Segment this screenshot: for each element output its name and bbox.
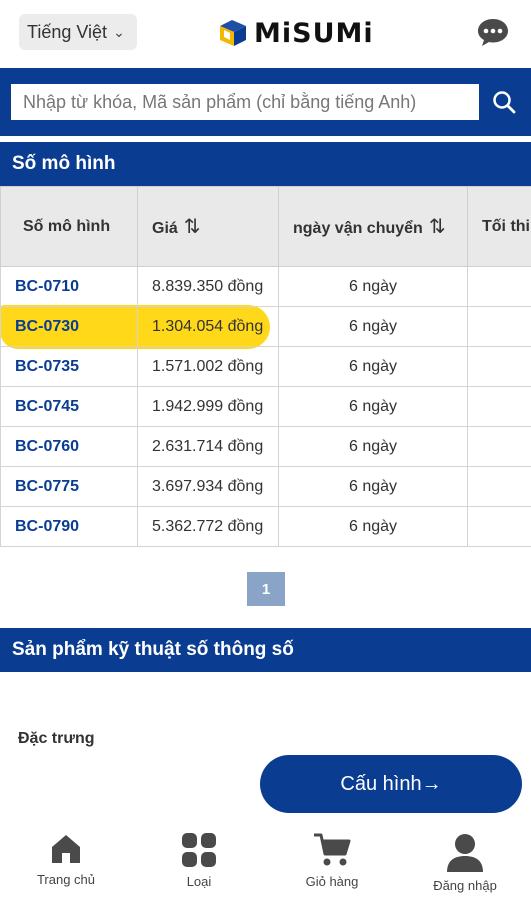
chat-icon[interactable]: [476, 17, 510, 47]
shipping-cell: 6 ngày: [278, 386, 468, 427]
min-qty-cell: [467, 346, 531, 387]
spec-section-title: Sản phẩm kỹ thuật số thông số: [0, 628, 531, 672]
min-qty-cell: [467, 266, 531, 307]
column-header-min-qty: Tối thi: [467, 186, 531, 267]
shipping-cell: 6 ngày: [278, 466, 468, 507]
nav-cart-label: Giỏ hàng: [305, 874, 359, 889]
column-header-model: Số mô hình: [0, 186, 138, 267]
model-link[interactable]: BC-0745: [0, 386, 138, 427]
nav-home[interactable]: Trang chủ: [6, 832, 126, 887]
nav-login[interactable]: Đăng nhập: [405, 832, 525, 893]
model-table: Số mô hình Giá ⇅ ngày vận chuyển ⇅ Tối thi…: [0, 186, 531, 547]
table-row[interactable]: BC-0730 1.304.054 đồng 6 ngày: [0, 306, 531, 347]
nav-cart[interactable]: Giỏ hàng: [272, 832, 392, 889]
home-icon: [52, 835, 80, 863]
price-cell: 1.571.002 đồng: [137, 346, 279, 387]
model-link[interactable]: BC-0775: [0, 466, 138, 507]
table-row[interactable]: BC-0775 3.697.934 đồng 6 ngày: [0, 466, 531, 507]
feature-label: Đặc trưng: [18, 730, 95, 747]
shipping-cell: 6 ngày: [278, 346, 468, 387]
search-icon[interactable]: [484, 84, 524, 120]
min-qty-cell: [467, 386, 531, 427]
top-bar: Tiếng Việt ⌄ MiSUMi: [0, 0, 531, 68]
logo-text: MiSUMi: [254, 17, 374, 49]
table-row[interactable]: BC-0790 5.362.772 đồng 6 ngày: [0, 506, 531, 547]
price-cell: 3.697.934 đồng: [137, 466, 279, 507]
price-cell: 1.304.054 đồng: [137, 306, 279, 347]
search-bar: [0, 68, 531, 136]
model-link[interactable]: BC-0710: [0, 266, 138, 307]
language-selector[interactable]: Tiếng Việt ⌄: [19, 14, 137, 50]
logo-mark-icon: [218, 18, 248, 48]
nav-category[interactable]: Loại: [139, 832, 259, 889]
sort-icon[interactable]: ⇅: [184, 216, 201, 238]
sort-icon[interactable]: ⇅: [429, 216, 446, 238]
configure-button[interactable]: Cấu hình→: [260, 755, 522, 813]
table-row[interactable]: BC-0710 8.839.350 đồng 6 ngày: [0, 266, 531, 307]
price-cell: 5.362.772 đồng: [137, 506, 279, 547]
page-button-1[interactable]: 1: [247, 572, 285, 606]
bottom-nav: Trang chủ Loại Giỏ hàng Đăng nhập: [0, 826, 531, 900]
price-cell: 8.839.350 đồng: [137, 266, 279, 307]
table-row[interactable]: BC-0735 1.571.002 đồng 6 ngày: [0, 346, 531, 387]
column-header-shipping[interactable]: ngày vận chuyển ⇅: [278, 186, 468, 267]
model-section-title: Số mô hình: [0, 142, 531, 186]
chevron-down-icon: ⌄: [113, 23, 125, 40]
price-cell: 2.631.714 đồng: [137, 426, 279, 467]
nav-home-label: Trang chủ: [36, 872, 96, 887]
table-row[interactable]: BC-0760 2.631.714 đồng 6 ngày: [0, 426, 531, 467]
model-link[interactable]: BC-0790: [0, 506, 138, 547]
shipping-cell: 6 ngày: [278, 266, 468, 307]
nav-category-label: Loại: [186, 874, 212, 889]
price-cell: 1.942.999 đồng: [137, 386, 279, 427]
model-link[interactable]: BC-0735: [0, 346, 138, 387]
model-link[interactable]: BC-0730: [0, 306, 138, 347]
search-input[interactable]: [11, 84, 479, 120]
model-link[interactable]: BC-0760: [0, 426, 138, 467]
table-row[interactable]: BC-0745 1.942.999 đồng 6 ngày: [0, 386, 531, 427]
table-header-row: Số mô hình Giá ⇅ ngày vận chuyển ⇅ Tối thi: [0, 186, 531, 267]
user-icon: [447, 834, 483, 872]
misumi-logo[interactable]: MiSUMi: [218, 16, 374, 50]
min-qty-cell: [467, 506, 531, 547]
min-qty-cell: [467, 426, 531, 467]
shipping-cell: 6 ngày: [278, 426, 468, 467]
nav-login-label: Đăng nhập: [433, 878, 497, 893]
category-grid-icon: [182, 833, 216, 867]
min-qty-cell: [467, 466, 531, 507]
min-qty-cell: [467, 306, 531, 347]
cart-icon: [314, 833, 351, 866]
column-header-price[interactable]: Giá ⇅: [137, 186, 279, 267]
language-label: Tiếng Việt: [27, 21, 108, 42]
shipping-cell: 6 ngày: [278, 306, 468, 347]
shipping-cell: 6 ngày: [278, 506, 468, 547]
